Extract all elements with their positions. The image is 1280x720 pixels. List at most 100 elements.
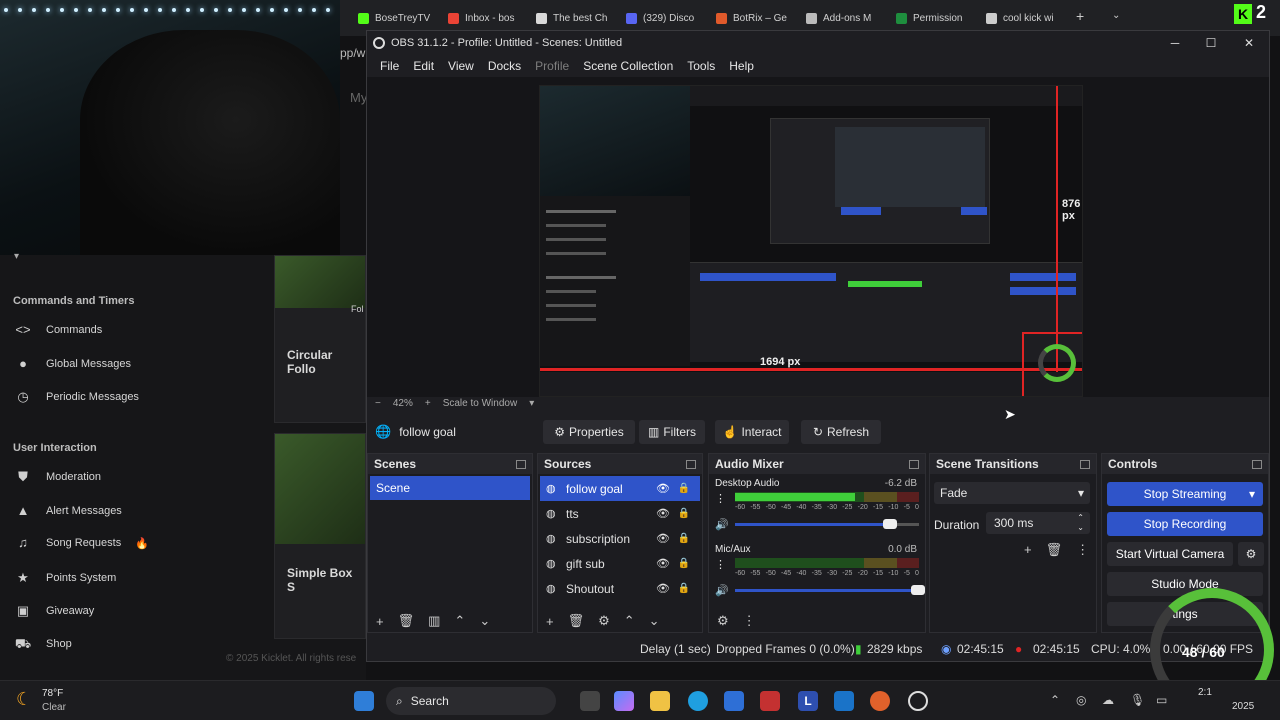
menu-tools[interactable]: Tools bbox=[680, 59, 722, 73]
chevron-down-icon[interactable]: ▾ bbox=[1249, 487, 1255, 501]
lock-icon[interactable]: 🔒 bbox=[678, 558, 690, 569]
speaker-icon[interactable]: 🔊 bbox=[715, 518, 729, 531]
weather-desc[interactable]: Clear bbox=[42, 702, 66, 713]
undock-icon[interactable] bbox=[909, 459, 919, 469]
menu-dots-icon[interactable]: ⋮ bbox=[715, 492, 726, 505]
lock-icon[interactable]: 🔒 bbox=[678, 583, 690, 594]
browser-tab[interactable]: Add-ons M bbox=[806, 8, 892, 28]
maximize-button[interactable]: ☐ bbox=[1201, 33, 1221, 53]
source-item[interactable]: ◍ follow goal 👁 🔒 bbox=[540, 476, 700, 501]
eye-icon[interactable]: 👁 bbox=[656, 482, 670, 495]
menu-dots-icon[interactable]: ⋮ bbox=[1076, 542, 1089, 558]
copilot-icon[interactable] bbox=[614, 691, 634, 711]
tray-chevron-icon[interactable]: ⌃ bbox=[1050, 693, 1060, 707]
menu-edit[interactable]: Edit bbox=[406, 59, 441, 73]
down-icon[interactable]: ⌄ bbox=[649, 613, 660, 629]
nav-item-shop[interactable]: ⛟ Shop bbox=[14, 633, 204, 655]
menu-file[interactable]: File bbox=[373, 59, 406, 73]
add-icon[interactable]: + bbox=[1024, 542, 1032, 558]
transition-select[interactable]: Fade ▾ bbox=[934, 482, 1090, 504]
collapse-chevron-icon[interactable]: ▾ bbox=[14, 251, 19, 262]
eye-icon[interactable]: 👁 bbox=[656, 582, 670, 595]
virtual-camera-settings-icon[interactable]: ⚙ bbox=[1238, 542, 1264, 566]
lock-icon[interactable]: 🔒 bbox=[678, 508, 690, 519]
stop-recording-button[interactable]: Stop Recording bbox=[1107, 512, 1263, 536]
lock-icon[interactable]: 🔒 bbox=[678, 533, 690, 544]
nav-item-points-system[interactable]: ★ Points System bbox=[14, 567, 204, 589]
widget-card-simple-box[interactable]: Simple Box S bbox=[274, 433, 366, 639]
nav-item-alert-messages[interactable]: ▲ Alert Messages bbox=[14, 500, 204, 522]
browser-tab[interactable]: BoseTreyTV bbox=[358, 8, 444, 28]
close-button[interactable]: ✕ bbox=[1239, 33, 1259, 53]
source-item[interactable]: ◍ Shoutout 👁 🔒 bbox=[540, 576, 700, 601]
browser-tab[interactable]: The best Ch bbox=[536, 8, 622, 28]
eye-icon[interactable]: 👁 bbox=[656, 507, 670, 520]
undock-icon[interactable] bbox=[1080, 459, 1090, 469]
edge-icon[interactable] bbox=[688, 691, 708, 711]
properties-button[interactable]: ⚙ Properties bbox=[543, 420, 635, 444]
weather-moon-icon[interactable]: ☾ bbox=[16, 689, 32, 710]
taskbar-search[interactable]: ⌕ Search bbox=[386, 687, 556, 715]
weather-temp[interactable]: 78°F bbox=[42, 688, 63, 699]
scene-item[interactable]: Scene bbox=[370, 476, 530, 500]
nav-item-moderation[interactable]: ⛊ Moderation bbox=[14, 466, 204, 488]
display-icon[interactable]: ▭ bbox=[1156, 693, 1167, 707]
menu-dots-icon[interactable]: ⋮ bbox=[743, 613, 756, 629]
nav-item-commands[interactable]: <> Commands bbox=[14, 319, 204, 341]
volume-slider-handle[interactable] bbox=[911, 585, 925, 595]
interact-button[interactable]: ☝ Interact bbox=[715, 420, 789, 444]
stop-streaming-button[interactable]: Stop Streaming ▾ bbox=[1107, 482, 1263, 506]
refresh-button[interactable]: ↻ Refresh bbox=[801, 420, 881, 444]
studio-mode-button[interactable]: Studio Mode bbox=[1107, 572, 1263, 596]
virtual-camera-button[interactable]: Start Virtual Camera bbox=[1107, 542, 1233, 566]
gear-icon[interactable]: ⚙ bbox=[598, 613, 610, 629]
app-l-icon[interactable]: L bbox=[798, 691, 818, 711]
add-icon[interactable]: + bbox=[546, 614, 554, 629]
clock-date[interactable]: 2025 bbox=[1232, 701, 1254, 712]
nav-item-song-requests[interactable]: ♫ Song Requests 🔥 bbox=[14, 532, 204, 554]
nav-item-giveaway[interactable]: ▣ Giveaway bbox=[14, 600, 204, 622]
source-item[interactable]: ◍ subscription 👁 🔒 bbox=[540, 526, 700, 551]
duration-stepper-icon[interactable]: ⌃ ⌄ bbox=[1077, 513, 1084, 533]
menu-view[interactable]: View bbox=[441, 59, 481, 73]
browser-tab[interactable]: (329) Disco bbox=[626, 8, 712, 28]
eye-icon[interactable]: 👁 bbox=[656, 557, 670, 570]
trash-icon[interactable]: 🗑 bbox=[398, 613, 415, 629]
microphone-icon[interactable]: 🎙 bbox=[1130, 693, 1145, 707]
undock-icon[interactable] bbox=[516, 459, 526, 469]
file-explorer-icon[interactable] bbox=[650, 691, 670, 711]
firefox-icon[interactable] bbox=[870, 691, 890, 711]
program-preview[interactable]: 876 px 1694 px bbox=[539, 85, 1083, 397]
source-item[interactable]: ◍ tts 👁 🔒 bbox=[540, 501, 700, 526]
cloud-icon[interactable]: ☁ bbox=[1102, 693, 1114, 707]
widget-card-circular[interactable]: Fol Circular Follo bbox=[274, 255, 366, 423]
nav-item-periodic-messages[interactable]: ◷ Periodic Messages bbox=[14, 386, 204, 408]
add-icon[interactable]: + bbox=[376, 614, 384, 629]
browser-tab[interactable]: Inbox - bos bbox=[448, 8, 534, 28]
menu-docks[interactable]: Docks bbox=[481, 59, 528, 73]
eye-icon[interactable]: 👁 bbox=[656, 532, 670, 545]
up-icon[interactable]: ⌃ bbox=[454, 613, 465, 629]
nav-item-global-messages[interactable]: ● Global Messages bbox=[14, 353, 204, 375]
undock-icon[interactable] bbox=[1252, 459, 1262, 469]
lock-icon[interactable]: 🔒 bbox=[678, 483, 690, 494]
volume-slider-handle[interactable] bbox=[883, 519, 898, 529]
clock-time[interactable]: 2:1 bbox=[1198, 687, 1212, 698]
minimize-button[interactable]: ─ bbox=[1165, 33, 1185, 53]
scale-mode[interactable]: Scale to Window bbox=[443, 398, 517, 409]
filter-icon[interactable]: ▥ bbox=[428, 613, 440, 629]
new-tab-button[interactable]: + bbox=[1076, 8, 1084, 24]
menu-scene-collection[interactable]: Scene Collection bbox=[576, 59, 680, 73]
browser-tab[interactable]: cool kick wi bbox=[986, 8, 1072, 28]
trash-icon[interactable]: 🗑 bbox=[1046, 542, 1063, 558]
menu-profile[interactable]: Profile bbox=[528, 59, 576, 73]
up-icon[interactable]: ⌃ bbox=[624, 613, 635, 629]
trash-icon[interactable]: 🗑 bbox=[568, 613, 585, 629]
mixer-settings-icon[interactable]: ⚙ bbox=[717, 613, 729, 629]
menu-dots-icon[interactable]: ⋮ bbox=[715, 558, 726, 571]
speaker-icon[interactable]: 🔊 bbox=[715, 584, 729, 597]
filters-button[interactable]: ▥ Filters bbox=[639, 420, 705, 444]
task-view-icon[interactable] bbox=[580, 691, 600, 711]
zoom-out-button[interactable]: − bbox=[375, 398, 381, 409]
app-red-icon[interactable] bbox=[760, 691, 780, 711]
